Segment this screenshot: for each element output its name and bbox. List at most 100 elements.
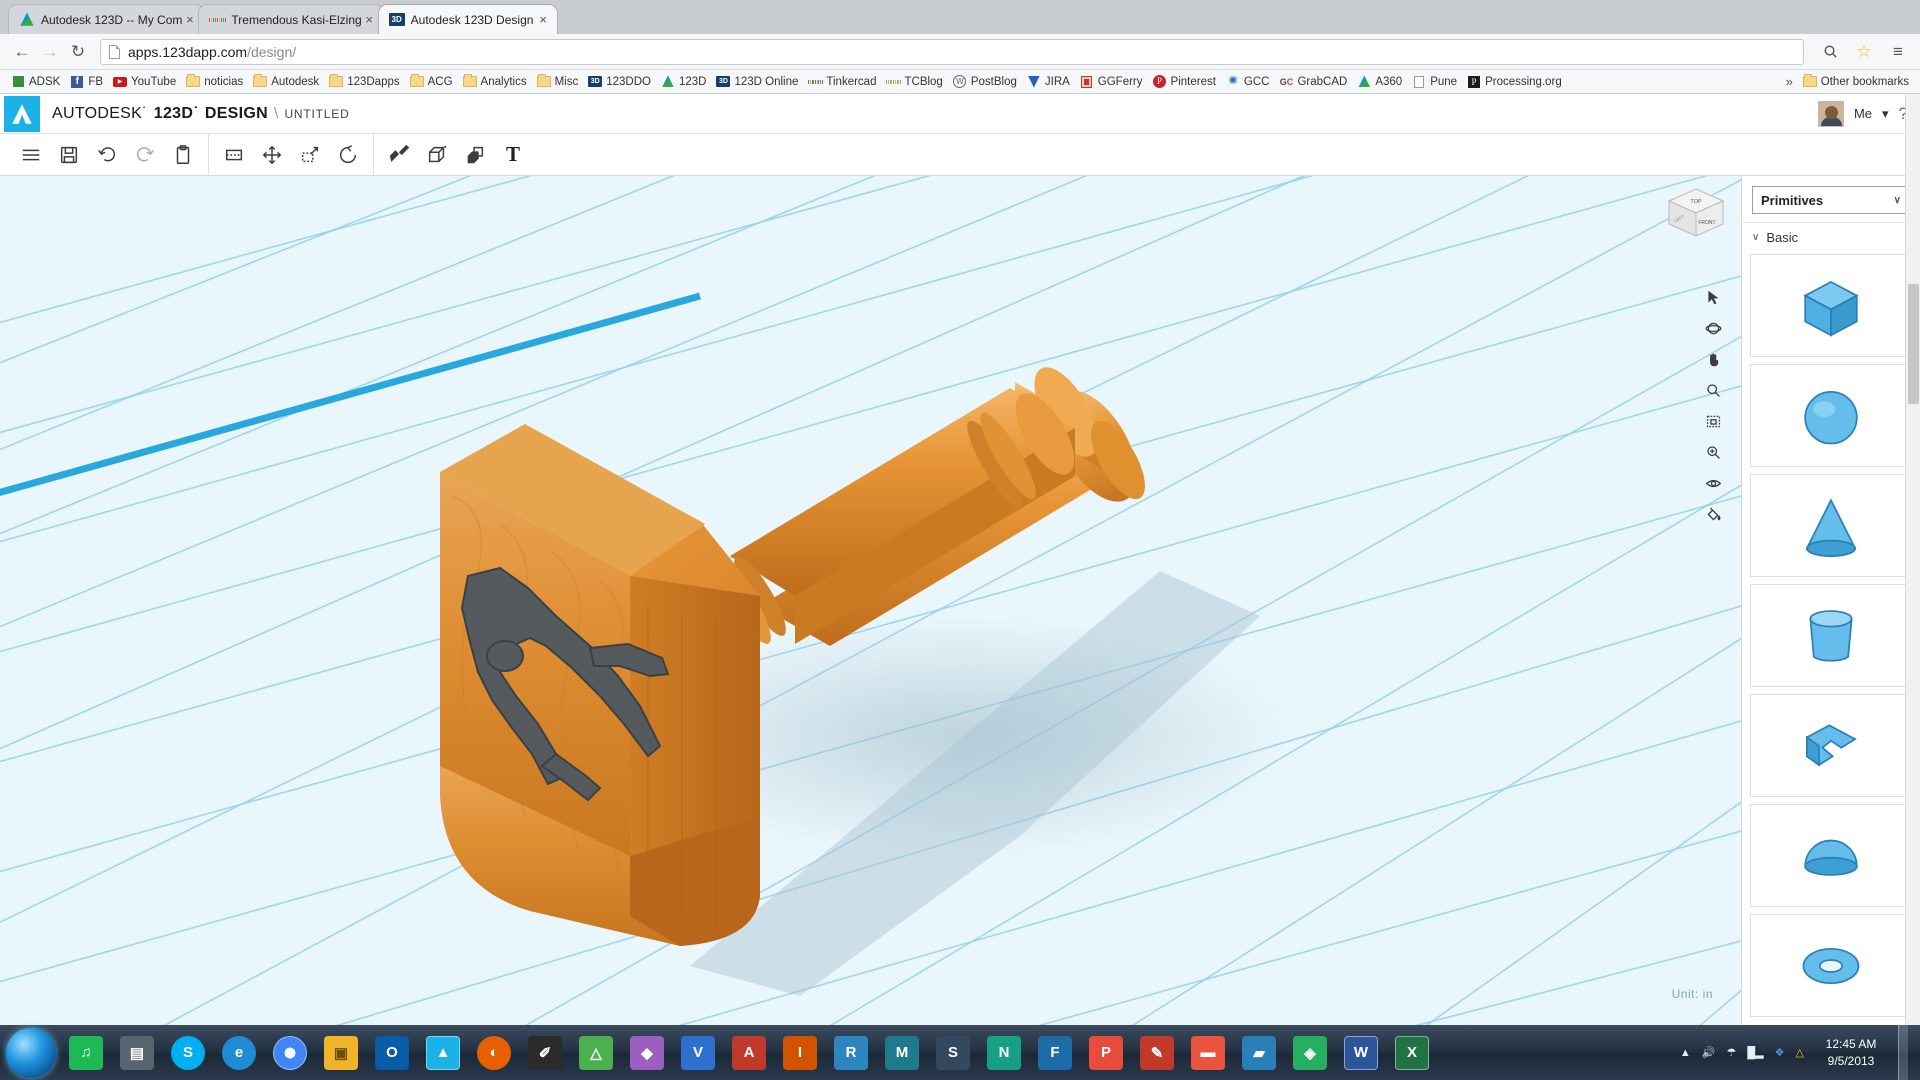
primitive-cone[interactable] xyxy=(1750,474,1912,577)
taskbar-maya-icon[interactable]: M xyxy=(878,1028,926,1078)
volume-icon[interactable]: 🔊 xyxy=(1702,1046,1716,1059)
taskbar-circuits-icon[interactable]: ◈ xyxy=(1286,1028,1334,1078)
bookmark-fb[interactable]: f FB xyxy=(65,72,108,92)
bookmark-analytics[interactable]: Analytics xyxy=(458,72,532,92)
taskbar-123d-design-icon[interactable]: ▲ xyxy=(419,1028,467,1078)
close-icon[interactable]: × xyxy=(182,12,197,27)
signal-icon[interactable]: █▂ xyxy=(1747,1046,1763,1059)
cursor-arrow-icon[interactable] xyxy=(1702,286,1724,308)
fit-frame-icon[interactable] xyxy=(1702,410,1724,432)
primitive-wedge[interactable] xyxy=(1750,694,1912,797)
hand-icon[interactable] xyxy=(1702,348,1724,370)
back-button[interactable]: ← xyxy=(8,38,36,66)
search-icon[interactable] xyxy=(1816,38,1844,66)
bookmark-a360[interactable]: A360 xyxy=(1352,72,1407,92)
start-button[interactable] xyxy=(6,1027,56,1078)
viewcube[interactable]: TOP FRONT LEFT xyxy=(1661,184,1731,244)
close-icon[interactable]: × xyxy=(536,12,551,27)
section-basic[interactable]: ∨ Basic xyxy=(1742,222,1920,252)
bookmark-misc[interactable]: Misc xyxy=(532,72,584,92)
primitive-sphere[interactable] xyxy=(1750,364,1912,467)
eye-icon[interactable] xyxy=(1702,472,1724,494)
bookmark-tcblog[interactable]: TCBlog xyxy=(881,72,947,92)
orbit-icon[interactable] xyxy=(1702,317,1724,339)
clock[interactable]: 12:45 AM 9/5/2013 xyxy=(1815,1036,1887,1068)
show-hidden-icons[interactable]: ▲ xyxy=(1680,1047,1691,1059)
taskbar-meshmixer-icon[interactable]: △ xyxy=(572,1028,620,1078)
avatar[interactable] xyxy=(1817,100,1844,127)
bookmark-acg[interactable]: ACG xyxy=(405,72,458,92)
taskbar-excel-icon[interactable]: X xyxy=(1388,1028,1436,1078)
close-icon[interactable]: × xyxy=(362,12,377,27)
taskbar-explorer-icon[interactable]: ▣ xyxy=(317,1028,365,1078)
viewport-canvas[interactable]: TOP FRONT LEFT Unit: in xyxy=(0,176,1741,1025)
reload-button[interactable]: ↻ xyxy=(64,38,92,66)
taskbar-inventor-icon[interactable]: I xyxy=(776,1028,824,1078)
sketch-rect-icon[interactable] xyxy=(217,138,251,172)
account-label[interactable]: Me xyxy=(1854,106,1872,121)
taskbar-fusion-icon[interactable]: F xyxy=(1031,1028,1079,1078)
show-desktop-button[interactable] xyxy=(1898,1025,1908,1080)
bookmark-processing[interactable]: P Processing.org xyxy=(1462,72,1567,92)
undo-arrow-icon[interactable] xyxy=(90,138,124,172)
magnifier-icon[interactable] xyxy=(1702,379,1724,401)
hamburger-icon[interactable] xyxy=(14,138,48,172)
bookmark-tinkercad[interactable]: Tinkercad xyxy=(803,72,881,92)
taskbar-sketchbook-icon[interactable]: ✎ xyxy=(1133,1028,1181,1078)
taskbar-skype-icon[interactable]: S xyxy=(164,1028,212,1078)
bookmarks-overflow-button[interactable]: » xyxy=(1781,72,1798,92)
bookmark-123dapps[interactable]: 123Dapps xyxy=(324,72,404,92)
chevron-down-icon[interactable]: ▾ xyxy=(1882,106,1889,122)
page-scrollbar[interactable] xyxy=(1905,94,1920,1025)
paint-bucket-icon[interactable] xyxy=(1702,503,1724,525)
address-bar[interactable]: apps.123dapp.com/design/ xyxy=(100,38,1804,65)
taskbar-word-icon[interactable]: W xyxy=(1337,1028,1385,1078)
browser-tab-2[interactable]: Tremendous Kasi-Elzing × xyxy=(198,4,384,34)
bookmark-ggferry[interactable]: GGFerry xyxy=(1075,72,1148,92)
taskbar-chrome-icon[interactable] xyxy=(266,1028,314,1078)
bookmark-123d-online[interactable]: 3D 123D Online xyxy=(711,72,803,92)
bookmark-star-icon[interactable]: ☆ xyxy=(1850,38,1878,66)
text-T-icon[interactable]: T xyxy=(496,138,530,172)
bookmark-adsk[interactable]: ADSK xyxy=(6,72,65,92)
taskbar-vectorworks-icon[interactable]: V xyxy=(674,1028,722,1078)
browser-tab-1[interactable]: Autodesk 123D -- My Com × xyxy=(8,4,205,34)
primitive-dome[interactable] xyxy=(1750,804,1912,907)
bookmark-123ddo[interactable]: 3D 123DDO xyxy=(583,72,656,92)
taskbar-internet-explorer-icon[interactable]: e xyxy=(215,1028,263,1078)
revolve-circle-icon[interactable] xyxy=(331,138,365,172)
move-arrows-icon[interactable] xyxy=(255,138,289,172)
bookmark-noticias[interactable]: noticias xyxy=(181,72,248,92)
floppy-disk-icon[interactable] xyxy=(52,138,86,172)
modify-tools-icon[interactable] xyxy=(382,138,416,172)
page-scrollbar-thumb[interactable] xyxy=(1908,284,1919,404)
taskbar-simulation-icon[interactable]: ▰ xyxy=(1235,1028,1283,1078)
bookmark-gcc[interactable]: ✺ GCC xyxy=(1221,72,1275,92)
taskbar-autocad-icon[interactable]: A xyxy=(725,1028,773,1078)
dropbox-icon[interactable]: ❖ xyxy=(1775,1046,1785,1059)
taskbar-revit-icon[interactable]: R xyxy=(827,1028,875,1078)
clipboard-icon[interactable] xyxy=(166,138,200,172)
taskbar-archive-icon[interactable]: ▤ xyxy=(113,1028,161,1078)
bookmark-grabcad[interactable]: GC GrabCAD xyxy=(1274,72,1352,92)
taskbar-spotify-icon[interactable]: ♫ xyxy=(62,1028,110,1078)
bookmark-pune[interactable]: Pune xyxy=(1407,72,1462,92)
bookmark-123d[interactable]: 123D xyxy=(656,72,712,92)
extrude-icon[interactable] xyxy=(293,138,327,172)
primitive-cylinder[interactable] xyxy=(1750,584,1912,687)
taskbar-firefox-icon[interactable]: ◐ xyxy=(470,1028,518,1078)
taskbar-showcase-icon[interactable]: S xyxy=(929,1028,977,1078)
bookmark-postblog[interactable]: W PostBlog xyxy=(948,72,1022,92)
taskbar-acrobat-icon[interactable]: ▬ xyxy=(1184,1028,1232,1078)
chrome-menu-icon[interactable]: ≡ xyxy=(1884,38,1912,66)
primitive-torus[interactable] xyxy=(1750,914,1912,1017)
redo-arrow-icon[interactable] xyxy=(128,138,162,172)
taskbar-navisworks-icon[interactable]: N xyxy=(980,1028,1028,1078)
combine-solids-icon[interactable] xyxy=(458,138,492,172)
taskbar-123d-catch-icon[interactable]: ◆ xyxy=(623,1028,671,1078)
zoom-window-icon[interactable] xyxy=(1702,441,1724,463)
taskbar-inkscape-icon[interactable]: ✐ xyxy=(521,1028,569,1078)
bookmark-youtube[interactable]: ▶ YouTube xyxy=(108,72,181,92)
bookmark-autodesk[interactable]: Autodesk xyxy=(248,72,324,92)
primitive-box[interactable] xyxy=(1750,254,1912,357)
